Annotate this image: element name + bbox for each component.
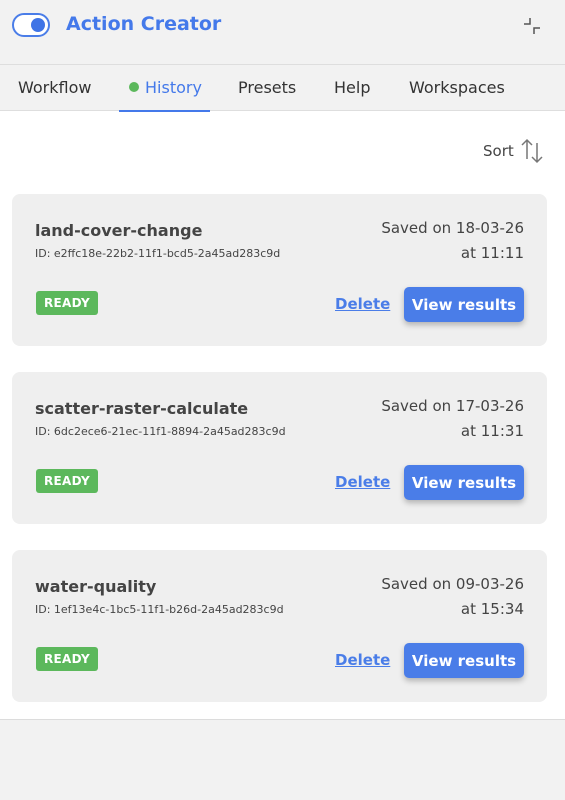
header: Action Creator [0, 0, 565, 64]
tab-label: Help [334, 78, 371, 97]
delete-link[interactable]: Delete [335, 651, 390, 669]
workflow-id: ID: 1ef13e4c-1bc5-11f1-b26d-2a45ad283c9d [35, 603, 284, 616]
tab-workspaces[interactable]: Workspaces [409, 65, 505, 111]
delete-link[interactable]: Delete [335, 295, 390, 313]
saved-time: at 15:34 [460, 600, 524, 618]
app-title: Action Creator [66, 13, 222, 35]
tab-help[interactable]: Help [334, 65, 370, 111]
tab-label: Presets [238, 78, 297, 97]
status-badge: READY [36, 469, 99, 493]
workflow-id: ID: e2ffc18e-22b2-11f1-bcd5-2a45ad283c9d [35, 247, 281, 260]
workflow-name: land-cover-change [35, 221, 203, 240]
tab-history[interactable]: History [119, 65, 210, 112]
history-card: land-cover-change ID: e2ffc18e-22b2-11f1… [12, 194, 547, 346]
saved-timestamp: Saved on 17-03-26 at 11:31 [381, 394, 524, 444]
sort-button[interactable]: Sort [483, 137, 544, 165]
saved-date: Saved on 18-03-26 [381, 219, 524, 237]
status-badge: READY [36, 647, 99, 671]
workflow-id: ID: 6dc2ece6-21ec-11f1-8894-2a45ad283c9d [35, 425, 286, 438]
view-results-button[interactable]: View results [404, 287, 524, 322]
tab-presets[interactable]: Presets [238, 65, 296, 111]
saved-date: Saved on 09-03-26 [381, 575, 524, 593]
tab-bar: Workflow History Presets Help Workspaces [0, 64, 565, 112]
power-toggle[interactable] [12, 13, 50, 37]
tab-label: History [145, 78, 202, 97]
history-card: scatter-raster-calculate ID: 6dc2ece6-21… [12, 372, 547, 524]
toggle-knob [31, 18, 45, 32]
history-card: water-quality ID: 1ef13e4c-1bc5-11f1-b26… [12, 550, 547, 702]
saved-timestamp: Saved on 18-03-26 at 11:11 [381, 216, 524, 266]
saved-time: at 11:31 [460, 422, 524, 440]
tab-label: Workflow [18, 78, 92, 97]
collapse-icon[interactable] [520, 14, 544, 38]
workflow-name: water-quality [35, 577, 157, 596]
active-status-dot [129, 82, 139, 92]
saved-timestamp: Saved on 09-03-26 at 15:34 [381, 572, 524, 622]
action-creator-panel: Action Creator Workflow History Presets … [0, 0, 565, 720]
saved-date: Saved on 17-03-26 [381, 397, 524, 415]
saved-time: at 11:11 [460, 244, 524, 262]
delete-link[interactable]: Delete [335, 473, 390, 491]
view-results-button[interactable]: View results [404, 465, 524, 500]
sort-arrows-icon [521, 138, 543, 164]
sort-label: Sort [483, 142, 514, 160]
tab-label: Workspaces [409, 78, 505, 97]
tab-workflow[interactable]: Workflow [18, 65, 91, 111]
workflow-name: scatter-raster-calculate [35, 399, 249, 418]
view-results-button[interactable]: View results [404, 643, 524, 678]
status-badge: READY [36, 291, 99, 315]
